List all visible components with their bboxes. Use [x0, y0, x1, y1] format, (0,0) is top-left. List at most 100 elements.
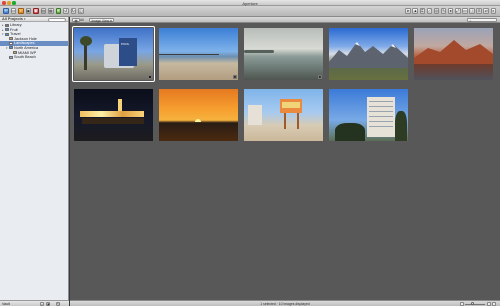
sidebar-header-label[interactable]: All Projects [2, 17, 23, 21]
window-title: Aperture [242, 0, 258, 6]
viewer-mode-button[interactable]: ▭ [462, 8, 468, 14]
project-icon [13, 51, 17, 55]
sidebar-item-label: MIAMI WP [18, 50, 37, 55]
thumb-night-pier[interactable] [73, 88, 154, 142]
loupe-button[interactable]: ● [447, 8, 454, 14]
search-icon: ⌕ [492, 9, 495, 13]
peaks-shape [414, 40, 493, 64]
stack-icon: ≡ [57, 9, 60, 13]
zoom-out-button[interactable] [459, 302, 464, 306]
sidebar-footer: Vault + ◉ ↻ [0, 300, 69, 306]
light-table-button[interactable]: ▦ [48, 8, 54, 14]
compare-button[interactable]: ◫ [78, 8, 84, 14]
library-icon [5, 23, 9, 27]
zoom-in-button[interactable] [486, 302, 491, 306]
folder-icon [5, 28, 9, 32]
inspector-icon: ⓘ [470, 9, 475, 13]
project-tree: ▸ Library ▸ Fruit ▾ Travel Jackson Hole Landsca… [0, 22, 68, 60]
rotate-right-icon: ↻ [71, 9, 75, 13]
eye-icon: ◎ [434, 9, 439, 13]
projects-sidebar: All Projects ▾ ▸ Library ▸ Fruit ▾ Travel Jack… [0, 17, 69, 306]
full-screen-icon: ⤢ [456, 9, 460, 13]
sidebar-item-label: Jackson Hole [14, 36, 37, 41]
browser-status-bar: 1 selected · 10 images displayed [70, 300, 500, 306]
import-button[interactable]: ↓ [18, 8, 24, 14]
viewer-icon: ▭ [463, 9, 467, 13]
book-icon: ▤ [41, 9, 46, 13]
thumb-mountain-range[interactable] [328, 27, 409, 81]
adjusted-badge: ▪ [318, 75, 322, 79]
rotate-left-button[interactable]: ↺ [63, 8, 69, 14]
album-icon: ▣ [26, 9, 31, 13]
album-icon [9, 55, 13, 59]
new-album-button[interactable]: ▣ [25, 8, 31, 14]
select-tool-button[interactable]: ➤ [405, 8, 411, 14]
straighten-icon: ⟋ [428, 9, 431, 13]
album-icon [9, 41, 13, 45]
mountain-shape [329, 42, 408, 68]
sidebar-item-south-beach[interactable]: South Beach [0, 55, 68, 60]
status-text: 1 selected · 10 images displayed [260, 302, 310, 306]
web-gallery-button[interactable]: ◉ [33, 8, 39, 14]
redeye-tool-button[interactable]: ◎ [433, 8, 440, 14]
brush-icon: ✎ [442, 9, 446, 13]
crop-tool-button[interactable]: ⌗ [419, 8, 426, 14]
vault-update-button[interactable]: ↻ [56, 302, 60, 306]
thumb-pier-beach[interactable]: ▪ [158, 27, 239, 81]
compare-icon: ◫ [79, 9, 83, 13]
folder-icon [5, 32, 9, 36]
search-button[interactable]: ⌕ [490, 8, 496, 14]
adjustments-button[interactable]: ☰ [476, 8, 482, 14]
new-folder-button[interactable]: ▭ [10, 8, 16, 14]
thumb-calm-shore[interactable]: ▪ [243, 27, 324, 81]
thumb-hotel-palms[interactable] [328, 88, 409, 142]
thumbnail-size-slider[interactable] [465, 302, 485, 306]
filter-label[interactable]: All [80, 18, 84, 22]
vault-action-button[interactable]: ◉ [46, 302, 50, 306]
sidebar-item-label: Fruit [10, 27, 18, 32]
sidebar-item-label: Landscapes [14, 41, 35, 46]
full-screen-button[interactable]: ⤢ [455, 8, 461, 14]
add-vault-button[interactable]: + [40, 302, 44, 306]
swap-button[interactable]: ⇄ [483, 8, 489, 14]
plus-icon: + [4, 9, 7, 13]
filmstrip-button[interactable] [492, 302, 496, 306]
toolbar: + ▭ ↓ ▣ ◉ ▤ ▦ ≡ ↺ ↻ ◫ ➤ ▲ ⌗ ⟋ ◎ ✎ ● ⤢ ▭ … [0, 6, 500, 17]
thumb-sunset-peaks[interactable] [413, 27, 494, 81]
thumb-lifeguard-tower[interactable] [243, 88, 324, 142]
loupe-icon: ● [449, 9, 452, 13]
thumb-pool-building[interactable]: POOL [72, 26, 155, 82]
browser-search-field[interactable]: ⌕ [467, 18, 497, 23]
arrow-icon: ➤ [406, 9, 410, 13]
lift-stamp-button[interactable]: ▲ [412, 8, 418, 14]
chevron-down-icon[interactable]: ▾ [24, 17, 26, 21]
folder-icon: ▭ [11, 9, 16, 13]
project-icon [9, 37, 13, 41]
swap-icon: ⇄ [484, 9, 488, 13]
view-toggle-button[interactable]: ▦ [72, 18, 81, 23]
sidebar-search-field[interactable] [48, 17, 66, 22]
folder-icon [9, 46, 13, 50]
sidebar-item-label: North America [14, 45, 39, 50]
thumb-orange-sunset[interactable] [158, 88, 239, 142]
sidebar-item-label: Travel [10, 32, 21, 37]
stamp-icon: ▲ [413, 9, 418, 13]
new-project-button[interactable]: + [3, 8, 9, 14]
sidebar-item-label: Library [10, 23, 22, 27]
stack-button[interactable]: ≡ [55, 8, 61, 14]
view-mode-dropdown[interactable]: Image View ▾ [89, 18, 115, 23]
adjusted-badge: ▪ [233, 75, 237, 79]
book-button[interactable]: ▤ [40, 8, 46, 14]
slider-knob[interactable] [470, 302, 474, 306]
rotate-left-icon: ↺ [64, 9, 68, 13]
light-table-icon: ▦ [49, 9, 53, 13]
sidebar-item-label: South Beach [14, 55, 36, 60]
adjustments-icon: ☰ [477, 9, 481, 13]
import-icon: ↓ [19, 9, 22, 13]
rotate-right-button[interactable]: ↻ [70, 8, 76, 14]
straighten-tool-button[interactable]: ⟋ [426, 8, 433, 14]
inspector-button[interactable]: ⓘ [469, 8, 475, 14]
retouch-tool-button[interactable]: ✎ [440, 8, 447, 14]
image-browser: POOL ▪ ▪ [70, 23, 500, 300]
adjusted-badge [148, 75, 152, 79]
